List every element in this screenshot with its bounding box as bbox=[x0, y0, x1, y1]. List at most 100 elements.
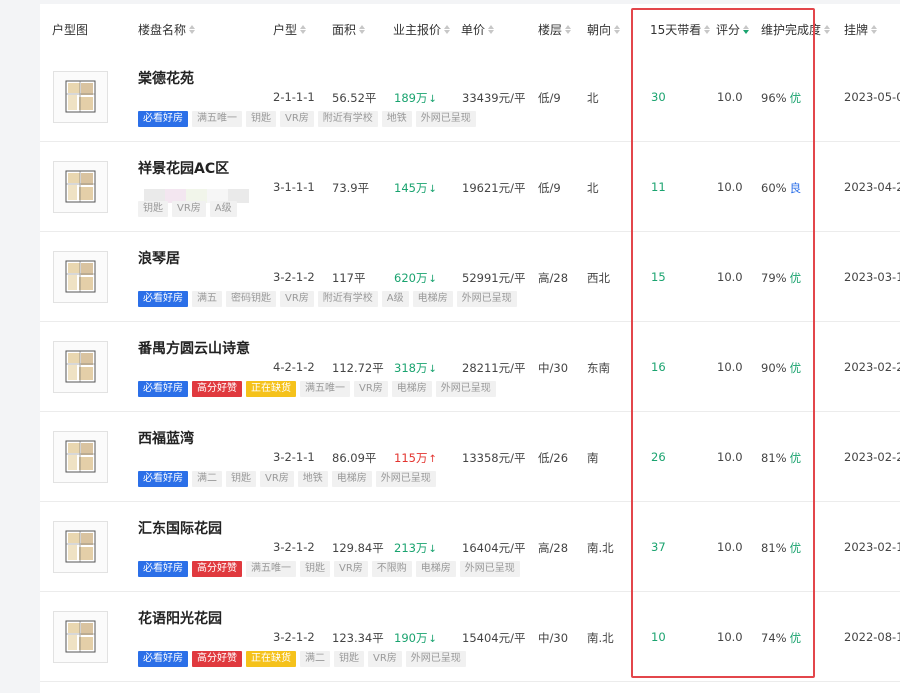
col-header-layout[interactable]: 户型 bbox=[273, 21, 307, 38]
viewings-count[interactable]: 11 bbox=[651, 180, 666, 194]
listed-date: 2023-02-19 bbox=[844, 540, 900, 554]
area-value: 86.09平 bbox=[332, 451, 377, 465]
tag-label: VR房 bbox=[354, 381, 388, 397]
tag-label: 高分好赞 bbox=[192, 651, 242, 667]
floor-plan-thumbnail[interactable] bbox=[53, 341, 108, 393]
col-header-owner-price[interactable]: 业主报价 bbox=[393, 21, 451, 38]
sort-arrows-icon[interactable] bbox=[444, 25, 451, 34]
score-value: 10.0 bbox=[717, 180, 743, 194]
grade-badge: 优 bbox=[789, 271, 802, 285]
col-header-unit-price[interactable]: 单价 bbox=[461, 21, 495, 38]
tag-label: 钥匙 bbox=[246, 111, 276, 127]
owner-price: 620万↓ bbox=[394, 270, 437, 286]
table-row[interactable]: 浪琴居 3-2-1-2 117平 620万↓ 52991元/平 高/28 西北 … bbox=[40, 232, 900, 322]
unit-price-value: 28211元/平 bbox=[462, 361, 526, 375]
tag-label: 满五唯一 bbox=[192, 111, 242, 127]
col-header-score[interactable]: 评分 bbox=[716, 21, 750, 38]
viewings-count[interactable]: 16 bbox=[651, 360, 666, 374]
col-header-plan: 户型图 bbox=[52, 23, 89, 37]
tag-label: 必看好房 bbox=[138, 381, 188, 397]
tag-label: 必看好房 bbox=[138, 291, 188, 307]
tag-label: A级 bbox=[209, 201, 237, 217]
arrow-down-icon: ↓ bbox=[428, 364, 437, 375]
sort-arrows-icon[interactable] bbox=[488, 25, 495, 34]
col-header-listed[interactable]: 挂牌 bbox=[844, 21, 878, 38]
property-name[interactable]: 汇东国际花园 bbox=[138, 518, 222, 538]
layout-value: 4-2-1-2 bbox=[273, 360, 315, 374]
property-name[interactable]: 浪琴居 bbox=[138, 248, 180, 268]
price-value: 318万 bbox=[394, 361, 428, 375]
property-name[interactable]: 番禺方圆云山诗意 bbox=[138, 338, 250, 358]
price-value: 115万 bbox=[394, 451, 428, 465]
col-header-maintenance[interactable]: 维护完成度 bbox=[761, 21, 831, 38]
maintenance-value: 90% 优 bbox=[761, 360, 801, 376]
sort-arrows-icon[interactable] bbox=[871, 25, 878, 34]
col-header-name[interactable]: 楼盘名称 bbox=[138, 21, 196, 38]
orientation-value: 西北 bbox=[587, 271, 610, 285]
property-name[interactable]: 祥景花园AC区 bbox=[138, 158, 229, 178]
table-row[interactable]: 棠德花苑 2-1-1-1 56.52平 189万↓ 33439元/平 低/9 北… bbox=[40, 52, 900, 142]
listed-date: 2022-08-17 bbox=[844, 630, 900, 644]
maintenance-percent: 96% bbox=[761, 91, 787, 105]
floor-plan-thumbnail[interactable] bbox=[53, 71, 108, 123]
viewings-count[interactable]: 10 bbox=[651, 630, 666, 644]
viewings-count[interactable]: 37 bbox=[651, 540, 666, 554]
orientation-value: 北 bbox=[587, 181, 599, 195]
grade-badge: 优 bbox=[789, 451, 802, 465]
sort-arrows-icon[interactable] bbox=[189, 25, 196, 34]
table-row[interactable]: 祥景花园AC区 3-1-1-1 73.9平 145万↓ 19621元/平 低/9… bbox=[40, 142, 900, 232]
floor-plan-thumbnail[interactable] bbox=[53, 521, 108, 573]
col-header-viewings[interactable]: 15天带看 bbox=[650, 21, 711, 38]
tag-label: 外网已呈现 bbox=[375, 471, 436, 487]
property-name[interactable]: 花语阳光花园 bbox=[138, 608, 222, 628]
listing-table: 户型图 楼盘名称 户型 面积 业主报价 单价 楼层 朝向 15天带看 评分 维护… bbox=[40, 4, 900, 693]
viewings-count[interactable]: 26 bbox=[651, 450, 666, 464]
floor-value: 低/26 bbox=[538, 451, 569, 465]
layout-value: 3-2-1-1 bbox=[273, 450, 315, 464]
area-value: 73.9平 bbox=[332, 181, 370, 195]
unit-price-value: 16404元/平 bbox=[462, 541, 526, 555]
orientation-value: 南.北 bbox=[587, 541, 614, 555]
table-row[interactable]: 花语阳光花园 3-2-1-2 123.34平 190万↓ 15404元/平 中/… bbox=[40, 592, 900, 682]
tag-label: 必看好房 bbox=[138, 471, 188, 487]
owner-price: 318万↓ bbox=[394, 360, 437, 376]
table-row[interactable]: 汇东国际花园 3-2-1-2 129.84平 213万↓ 16404元/平 高/… bbox=[40, 502, 900, 592]
viewings-count[interactable]: 30 bbox=[651, 90, 666, 104]
tag-label: 钥匙 bbox=[334, 651, 364, 667]
listed-date: 2023-03-19 bbox=[844, 270, 900, 284]
score-value: 10.0 bbox=[717, 360, 743, 374]
layout-value: 3-2-1-2 bbox=[273, 540, 315, 554]
arrow-down-icon: ↓ bbox=[428, 274, 437, 285]
area-value: 56.52平 bbox=[332, 91, 377, 105]
floor-plan-thumbnail[interactable] bbox=[53, 251, 108, 303]
floor-plan-thumbnail[interactable] bbox=[53, 611, 108, 663]
viewings-count[interactable]: 15 bbox=[651, 270, 666, 284]
maintenance-value: 79% 优 bbox=[761, 270, 801, 286]
table-row[interactable]: 番禺方圆云山诗意 4-2-1-2 112.72平 318万↓ 28211元/平 … bbox=[40, 322, 900, 412]
col-header-floor[interactable]: 楼层 bbox=[538, 21, 572, 38]
tag-label: 高分好赞 bbox=[192, 381, 242, 397]
col-header-orientation[interactable]: 朝向 bbox=[587, 21, 621, 38]
sort-arrows-icon[interactable] bbox=[614, 25, 621, 34]
sort-arrows-icon[interactable] bbox=[359, 25, 366, 34]
tag-label: 正在缺货 bbox=[246, 651, 296, 667]
sort-arrows-icon[interactable] bbox=[704, 25, 711, 34]
tag-label: 外网已呈现 bbox=[459, 561, 520, 577]
sort-arrows-icon[interactable] bbox=[565, 25, 572, 34]
sort-desc-active-icon[interactable] bbox=[743, 25, 750, 34]
col-header-area[interactable]: 面积 bbox=[332, 21, 366, 38]
tag-label: 钥匙 bbox=[300, 561, 330, 577]
sort-arrows-icon[interactable] bbox=[300, 25, 307, 34]
floor-value: 中/30 bbox=[538, 631, 569, 645]
tag-label: 外网已呈现 bbox=[435, 381, 496, 397]
tag-label: 外网已呈现 bbox=[456, 291, 517, 307]
maintenance-percent: 60% bbox=[761, 181, 787, 195]
sort-arrows-icon[interactable] bbox=[824, 25, 831, 34]
unit-price-value: 13358元/平 bbox=[462, 451, 526, 465]
floor-plan-thumbnail[interactable] bbox=[53, 431, 108, 483]
floor-plan-thumbnail[interactable] bbox=[53, 161, 108, 213]
property-name[interactable]: 西福蓝湾 bbox=[138, 428, 194, 448]
area-value: 129.84平 bbox=[332, 541, 384, 555]
property-name[interactable]: 棠德花苑 bbox=[138, 68, 194, 88]
table-row[interactable]: 西福蓝湾 3-2-1-1 86.09平 115万↑ 13358元/平 低/26 … bbox=[40, 412, 900, 502]
